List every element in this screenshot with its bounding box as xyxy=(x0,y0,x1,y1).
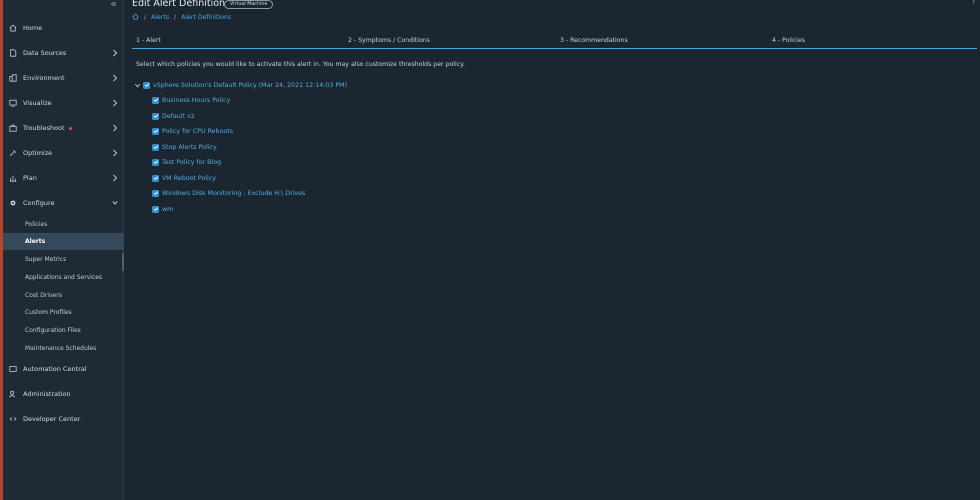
sidebar-item-automation-central[interactable]: Automation Central xyxy=(3,360,124,378)
sidebar-item-configure[interactable]: Configure xyxy=(3,194,124,212)
chevron-right-icon xyxy=(112,74,118,82)
sidebar-item-developer-center[interactable]: Developer Center xyxy=(3,410,124,428)
policy-tree-item: wm xyxy=(152,203,173,215)
policy-checkbox[interactable] xyxy=(152,112,159,120)
breadcrumb-separator: / xyxy=(144,14,147,21)
chevron-right-icon xyxy=(112,49,118,57)
sidebar-item-visualize[interactable]: Visualize xyxy=(3,94,124,112)
step-alert[interactable]: 1 - Alert xyxy=(136,37,161,44)
policy-checkbox[interactable] xyxy=(143,81,150,89)
step-symptoms-conditions[interactable]: 2 - Symptoms / Conditions xyxy=(348,37,430,44)
chevron-right-icon xyxy=(112,149,118,157)
sidebar-subitem-applications-and-services[interactable]: Applications and Services xyxy=(3,269,124,286)
policy-label[interactable]: Business Hours Policy xyxy=(162,97,230,104)
chevron-right-icon xyxy=(112,174,118,182)
policy-tree-item: Windows Disk Monitoring - Exclude H:\ Dr… xyxy=(152,187,305,199)
policy-label[interactable]: Stop Alerts Policy xyxy=(162,144,217,151)
breadcrumb: / Alerts / Alert Definitions xyxy=(132,13,231,22)
sidebar-item-label: Home xyxy=(23,24,43,32)
policy-label[interactable]: vSphere Solution's Default Policy (Mar 2… xyxy=(153,82,347,89)
breadcrumb-alerts[interactable]: Alerts xyxy=(151,14,169,21)
sidebar-item-label: Automation Central xyxy=(23,365,87,373)
policy-label[interactable]: Policy for CPU Reboots xyxy=(162,128,233,135)
help-icon[interactable]: ? xyxy=(971,0,976,7)
home-icon xyxy=(9,24,17,32)
visualize-icon xyxy=(9,99,17,107)
sidebar-item-home[interactable]: Home xyxy=(3,19,124,37)
sidebar-subitem-cost-drivers[interactable]: Cost Drivers xyxy=(3,287,124,304)
policy-checkbox[interactable] xyxy=(152,205,159,213)
policy-label[interactable]: Test Policy for Blog xyxy=(162,159,221,166)
sidebar-subitem-configuration-files[interactable]: Configuration Files xyxy=(3,322,124,339)
policy-tree-item: Test Policy for Blog xyxy=(152,156,221,168)
collapse-sidebar-icon[interactable]: « xyxy=(110,0,117,10)
policy-tree-item: Default v2 xyxy=(152,110,195,122)
policy-label[interactable]: Windows Disk Monitoring - Exclude H:\ Dr… xyxy=(162,190,305,197)
sidebar-item-label: Administration xyxy=(23,390,71,398)
sidebar-item-administration[interactable]: Administration xyxy=(3,385,124,403)
policy-tree-item: Business Hours Policy xyxy=(152,94,230,106)
policy-checkbox[interactable] xyxy=(152,174,159,182)
policy-tree-item: Policy for CPU Reboots xyxy=(152,125,233,137)
sidebar-item-label: Plan xyxy=(23,174,37,182)
sidebar-item-data-sources[interactable]: Data Sources xyxy=(3,44,124,62)
sidebar-item-label: Configure xyxy=(23,199,55,207)
policy-tree-root: vSphere Solution's Default Policy (Mar 2… xyxy=(134,79,347,91)
policy-tree-item: VM Reboot Policy xyxy=(152,172,216,184)
sidebar-item-plan[interactable]: Plan xyxy=(3,169,124,187)
sidebar: « Home Data Sources Environment Visualiz… xyxy=(3,0,124,500)
chevron-down-icon xyxy=(112,199,118,207)
home-icon[interactable] xyxy=(132,13,139,22)
step-recommendations[interactable]: 3 - Recommendations xyxy=(560,37,628,44)
main-content: Edit Alert Definition Virtual Machine ? … xyxy=(124,0,980,500)
sidebar-item-label: Data Sources xyxy=(23,49,67,57)
environment-icon xyxy=(9,74,17,82)
sidebar-item-label: Developer Center xyxy=(23,415,81,423)
sidebar-item-environment[interactable]: Environment xyxy=(3,69,124,87)
plan-icon xyxy=(9,174,17,182)
policies-instructions: Select which policies you would like to … xyxy=(136,61,465,68)
chevron-down-icon[interactable] xyxy=(134,82,141,89)
policy-label[interactable]: VM Reboot Policy xyxy=(162,175,216,182)
policy-checkbox[interactable] xyxy=(152,96,159,104)
troubleshoot-icon xyxy=(9,124,17,132)
data-sources-icon xyxy=(9,49,17,57)
optimize-icon xyxy=(9,149,17,157)
policy-label[interactable]: wm xyxy=(162,206,173,213)
sidebar-subitem-maintenance-schedules[interactable]: Maintenance Schedules xyxy=(3,340,124,357)
step-policies[interactable]: 4 - Policies xyxy=(772,37,805,44)
policy-label[interactable]: Default v2 xyxy=(162,113,195,120)
policy-checkbox[interactable] xyxy=(152,158,159,166)
breadcrumb-separator: / xyxy=(174,14,177,21)
sidebar-subitem-custom-profiles[interactable]: Custom Profiles xyxy=(3,304,124,321)
sidebar-subitem-super-metrics[interactable]: Super Metrics xyxy=(3,251,124,268)
wizard-steps: 1 - Alert 2 - Symptoms / Conditions 3 - … xyxy=(132,35,977,49)
policy-checkbox[interactable] xyxy=(152,143,159,151)
configure-icon xyxy=(9,199,17,207)
sidebar-item-label: Environment xyxy=(23,74,65,82)
developer-center-icon xyxy=(9,415,17,423)
object-type-badge: Virtual Machine xyxy=(224,0,274,9)
breadcrumb-alert-definitions[interactable]: Alert Definitions xyxy=(181,14,231,21)
page-title: Edit Alert Definition xyxy=(132,0,226,9)
sidebar-item-label: Visualize xyxy=(23,99,52,107)
administration-icon xyxy=(9,390,17,398)
sidebar-item-label: Optimize xyxy=(23,149,53,157)
chevron-right-icon xyxy=(112,99,118,107)
policy-checkbox[interactable] xyxy=(152,189,159,197)
automation-icon xyxy=(9,365,17,373)
sidebar-item-label: Troubleshoot xyxy=(23,124,65,132)
sidebar-item-optimize[interactable]: Optimize xyxy=(3,144,124,162)
policy-checkbox[interactable] xyxy=(152,127,159,135)
chevron-right-icon xyxy=(112,124,118,132)
sidebar-subitem-alerts[interactable]: Alerts xyxy=(3,233,124,250)
policy-tree-item: Stop Alerts Policy xyxy=(152,141,217,153)
status-dot xyxy=(68,126,72,130)
sidebar-subitem-policies[interactable]: Policies xyxy=(3,216,124,233)
sidebar-item-troubleshoot[interactable]: Troubleshoot xyxy=(3,119,124,137)
